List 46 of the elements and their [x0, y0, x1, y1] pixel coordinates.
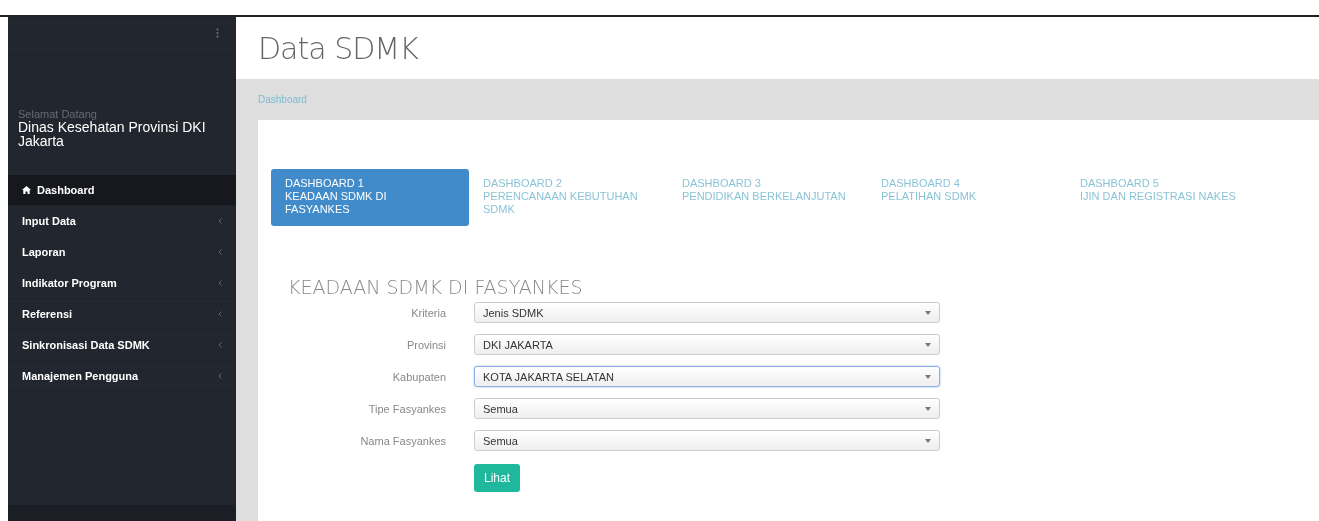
tab-title: DASHBOARD 5 — [1080, 177, 1160, 190]
more-icon[interactable] — [216, 28, 219, 38]
section-heading: KEADAAN SDMK DI FASYANKES — [288, 276, 584, 298]
dropdown-caret-icon — [925, 310, 931, 315]
chevron-left-icon — [218, 342, 222, 348]
sidebar-item[interactable]: Dashboard — [8, 175, 236, 206]
chevron-left-icon — [218, 218, 222, 224]
chevron-left-icon — [218, 311, 222, 317]
field-label: Kabupaten — [391, 370, 446, 383]
field-label: Tipe Fasyankes — [367, 402, 446, 415]
dashboard-tab[interactable]: DASHBOARD 1 KEADAAN SDMK DI FASYANKES — [271, 169, 469, 226]
tab-subtitle: PERENCANAAN KEBUTUHAN SDMK — [483, 190, 639, 216]
tab-subtitle: KEADAAN SDMK DI FASYANKES — [285, 190, 388, 216]
field-label: Kriteria — [410, 306, 446, 319]
select-field[interactable]: KOTA JAKARTA SELATAN — [474, 366, 940, 387]
tab-subtitle: IJIN DAN REGISTRASI NAKES — [1080, 190, 1237, 203]
select-field[interactable]: Jenis SDMK — [474, 302, 940, 323]
tab-subtitle: PELATIHAN SDMK — [881, 190, 978, 203]
greeting-text: Selamat Datang — [18, 108, 97, 120]
tab-subtitle: PENDIDIKAN BERKELANJUTAN — [682, 190, 847, 203]
dropdown-caret-icon — [925, 342, 931, 347]
field-label: Provinsi — [405, 338, 446, 351]
select-field[interactable]: Semua — [474, 430, 940, 451]
select-field[interactable]: Semua — [474, 398, 940, 419]
tab-title: DASHBOARD 2 — [483, 177, 563, 190]
chevron-left-icon — [218, 249, 222, 255]
dropdown-caret-icon — [925, 374, 931, 379]
page-title: Data SDMK — [258, 30, 418, 66]
select-field[interactable]: DKI JAKARTA — [474, 334, 940, 355]
tab-title: DASHBOARD 3 — [682, 177, 762, 190]
sidebar-item-label: Indikator Program — [22, 277, 118, 289]
field-label: Nama Fasyankes — [359, 434, 446, 447]
sidebar-item-label: Laporan — [22, 246, 67, 258]
sidebar-item-label: Referensi — [22, 308, 74, 320]
chevron-left-icon — [218, 373, 222, 379]
home-icon — [22, 186, 31, 194]
sidebar-item-label: Input Data — [22, 215, 77, 227]
tab-title: DASHBOARD 4 — [881, 177, 961, 190]
sidebar-item-label: Sinkronisasi Data SDMK — [22, 339, 151, 351]
user-name: Dinas Kesehatan Provinsi DKI Jakarta — [18, 120, 207, 148]
dropdown-caret-icon — [925, 406, 931, 411]
dropdown-caret-icon — [925, 438, 931, 443]
sidebar-item-label: Manajemen Pengguna — [22, 370, 140, 382]
tab-title: DASHBOARD 1 — [285, 177, 365, 190]
sidebar-item-label: Dashboard — [37, 184, 96, 196]
chevron-left-icon — [218, 280, 222, 286]
